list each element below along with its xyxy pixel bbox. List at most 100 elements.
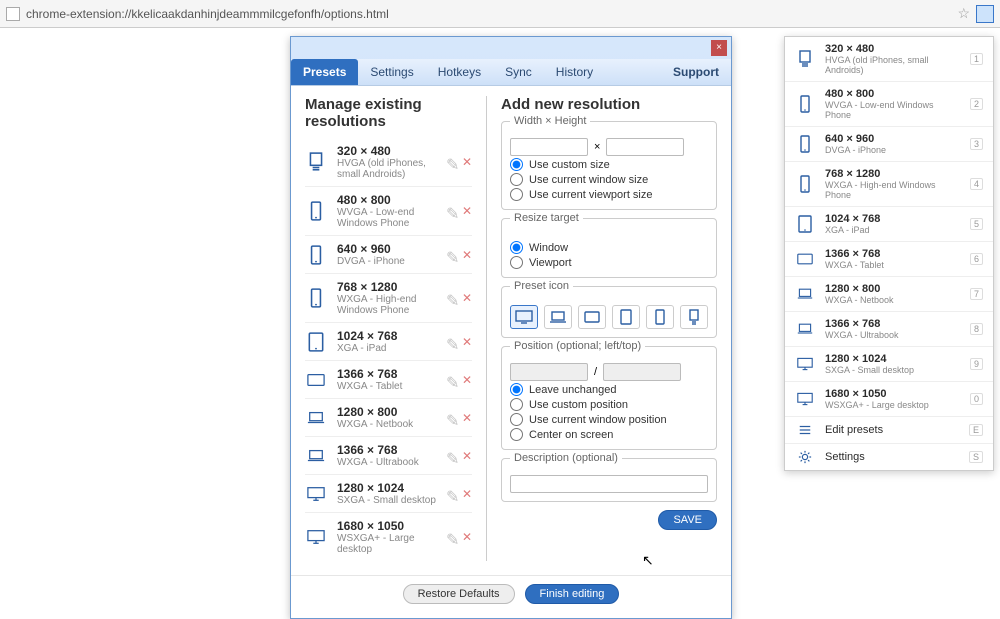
description-input[interactable] xyxy=(510,475,708,493)
pos-center-radio[interactable] xyxy=(510,428,523,441)
delete-icon[interactable]: ✕ xyxy=(462,204,472,218)
icon-choice-tablet[interactable] xyxy=(612,305,640,329)
target-viewport-radio[interactable] xyxy=(510,256,523,269)
delete-icon[interactable]: ✕ xyxy=(462,530,472,544)
resolution-row[interactable]: 1680 × 1050 WSXGA+ - Large desktop ✎ ✕ xyxy=(305,512,472,561)
resolution-row[interactable]: 1024 × 768 XGA - iPad ✎ ✕ xyxy=(305,322,472,360)
close-icon[interactable]: × xyxy=(711,40,727,56)
resolution-row[interactable]: 1366 × 768 WXGA - Tablet ✎ ✕ xyxy=(305,360,472,398)
popup-desc: HVGA (old iPhones, small Androids) xyxy=(825,55,960,75)
popup-settings[interactable]: Settings S xyxy=(785,444,993,470)
popup-preset-row[interactable]: 768 × 1280 WXGA - High-end Windows Phone… xyxy=(785,162,993,207)
edit-icon[interactable]: ✎ xyxy=(446,373,458,385)
popup-preset-row[interactable]: 1280 × 800 WXGA - Netbook 7 xyxy=(785,277,993,312)
desktop-icon xyxy=(795,390,815,408)
pos-window-label: Use current window position xyxy=(529,414,667,426)
tablet-icon xyxy=(305,332,327,352)
popup-preset-row[interactable]: 1366 × 768 WXGA - Ultrabook 8 xyxy=(785,312,993,347)
edit-icon[interactable]: ✎ xyxy=(446,487,458,499)
resolution-desc: WXGA - Ultrabook xyxy=(337,457,436,468)
icon-choice-phone-old[interactable] xyxy=(680,305,708,329)
edit-icon[interactable]: ✎ xyxy=(446,335,458,347)
size-viewport-radio[interactable] xyxy=(510,188,523,201)
phone-old-icon xyxy=(305,152,327,172)
popup-dim: 1366 × 768 xyxy=(825,248,960,260)
tablet-wide-icon xyxy=(305,370,327,390)
resolution-dim: 768 × 1280 xyxy=(337,280,436,294)
phone-icon xyxy=(795,175,815,193)
restore-defaults-button[interactable]: Restore Defaults xyxy=(403,584,515,604)
resolution-desc: DVGA - iPhone xyxy=(337,256,436,267)
edit-icon[interactable]: ✎ xyxy=(446,411,458,423)
icon-choice-desktop[interactable] xyxy=(510,305,538,329)
delete-icon[interactable]: ✕ xyxy=(462,248,472,262)
position-top-input[interactable] xyxy=(603,363,681,381)
resolution-row[interactable]: 480 × 800 WVGA - Low-end Windows Phone ✎… xyxy=(305,186,472,235)
position-slash: / xyxy=(594,366,597,378)
save-button[interactable]: SAVE xyxy=(658,510,717,530)
popup-preset-row[interactable]: 1024 × 768 XGA - iPad 5 xyxy=(785,207,993,242)
popup-preset-row[interactable]: 1680 × 1050 WSXGA+ - Large desktop 0 xyxy=(785,382,993,417)
popup-action-label: Edit presets xyxy=(825,424,959,436)
position-left-input[interactable] xyxy=(510,363,588,381)
pos-unchanged-radio[interactable] xyxy=(510,383,523,396)
size-window-radio[interactable] xyxy=(510,173,523,186)
resolution-row[interactable]: 1280 × 800 WXGA - Netbook ✎ ✕ xyxy=(305,398,472,436)
resolution-row[interactable]: 640 × 960 DVGA - iPhone ✎ ✕ xyxy=(305,235,472,273)
edit-icon[interactable]: ✎ xyxy=(446,155,458,167)
tab-settings[interactable]: Settings xyxy=(358,59,425,85)
resolution-row[interactable]: 320 × 480 HVGA (old iPhones, small Andro… xyxy=(305,138,472,186)
popup-edit-presets[interactable]: Edit presets E xyxy=(785,417,993,444)
delete-icon[interactable]: ✕ xyxy=(462,449,472,463)
tab-support[interactable]: Support xyxy=(661,59,731,85)
icon-choice-phone[interactable] xyxy=(646,305,674,329)
size-custom-radio[interactable] xyxy=(510,158,523,171)
extension-icon[interactable] xyxy=(976,5,994,23)
icon-choice-laptop[interactable] xyxy=(544,305,572,329)
resolution-row[interactable]: 1366 × 768 WXGA - Ultrabook ✎ ✕ xyxy=(305,436,472,474)
laptop-icon xyxy=(305,408,327,428)
edit-icon[interactable]: ✎ xyxy=(446,530,458,542)
target-window-radio[interactable] xyxy=(510,241,523,254)
bookmark-star-icon[interactable]: ☆ xyxy=(957,5,970,22)
tab-hotkeys[interactable]: Hotkeys xyxy=(426,59,493,85)
edit-icon[interactable]: ✎ xyxy=(446,449,458,461)
size-custom-label: Use custom size xyxy=(529,159,610,171)
resolution-row[interactable]: 768 × 1280 WXGA - High-end Windows Phone… xyxy=(305,273,472,322)
hotkey-badge: 1 xyxy=(970,53,983,65)
resolution-row[interactable]: 1280 × 1024 SXGA - Small desktop ✎ ✕ xyxy=(305,474,472,512)
tab-history[interactable]: History xyxy=(544,59,605,85)
delete-icon[interactable]: ✕ xyxy=(462,155,472,169)
laptop-icon xyxy=(305,446,327,466)
preset-icon-group: Preset icon xyxy=(501,286,717,338)
icon-choice-tablet-wide[interactable] xyxy=(578,305,606,329)
popup-dim: 1024 × 768 xyxy=(825,213,960,225)
popup-dim: 320 × 480 xyxy=(825,43,960,55)
popup-preset-row[interactable]: 640 × 960 DVGA - iPhone 3 xyxy=(785,127,993,162)
popup-desc: WSXGA+ - Large desktop xyxy=(825,400,960,410)
popup-preset-row[interactable]: 1366 × 768 WXGA - Tablet 6 xyxy=(785,242,993,277)
resolution-dim: 480 × 800 xyxy=(337,193,436,207)
list-icon xyxy=(795,423,815,437)
edit-icon[interactable]: ✎ xyxy=(446,291,458,303)
delete-icon[interactable]: ✕ xyxy=(462,411,472,425)
width-input[interactable] xyxy=(510,138,588,156)
delete-icon[interactable]: ✕ xyxy=(462,487,472,501)
popup-dim: 640 × 960 xyxy=(825,133,960,145)
pos-window-radio[interactable] xyxy=(510,413,523,426)
width-height-group: Width × Height × Use custom size Use cur… xyxy=(501,121,717,210)
popup-preset-row[interactable]: 1280 × 1024 SXGA - Small desktop 9 xyxy=(785,347,993,382)
pos-custom-radio[interactable] xyxy=(510,398,523,411)
tab-presets[interactable]: Presets xyxy=(291,59,358,85)
delete-icon[interactable]: ✕ xyxy=(462,335,472,349)
edit-icon[interactable]: ✎ xyxy=(446,204,458,216)
finish-editing-button[interactable]: Finish editing xyxy=(525,584,620,604)
delete-icon[interactable]: ✕ xyxy=(462,291,472,305)
tab-sync[interactable]: Sync xyxy=(493,59,544,85)
popup-preset-row[interactable]: 320 × 480 HVGA (old iPhones, small Andro… xyxy=(785,37,993,82)
phone-icon xyxy=(305,245,327,265)
height-input[interactable] xyxy=(606,138,684,156)
popup-preset-row[interactable]: 480 × 800 WVGA - Low-end Windows Phone 2 xyxy=(785,82,993,127)
delete-icon[interactable]: ✕ xyxy=(462,373,472,387)
edit-icon[interactable]: ✎ xyxy=(446,248,458,260)
